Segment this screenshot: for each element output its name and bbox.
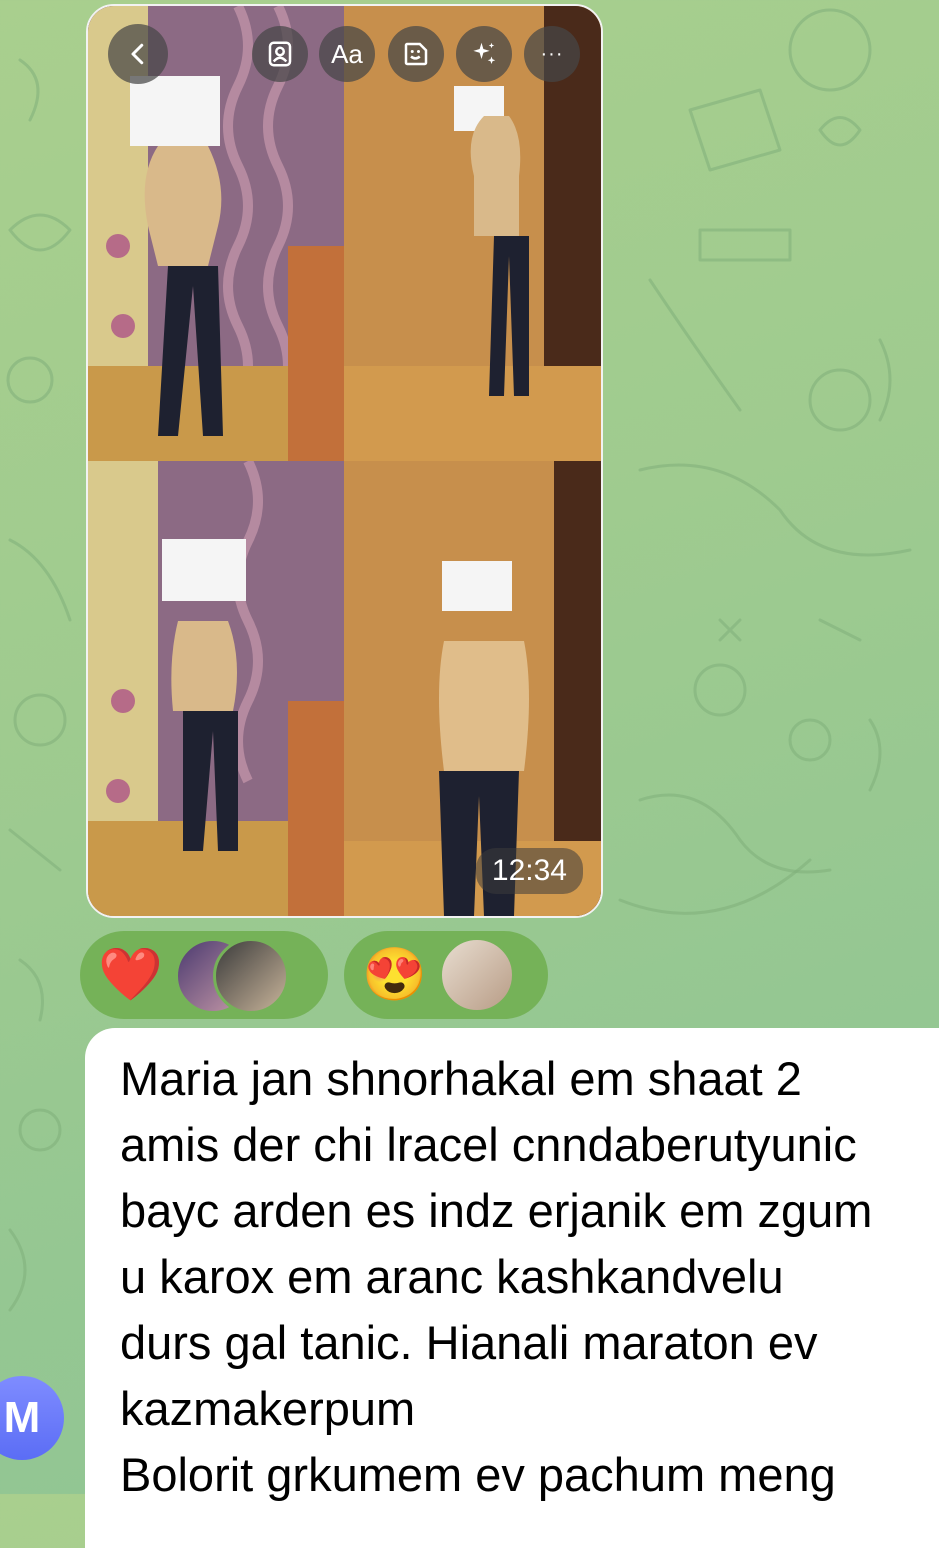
message-bubble[interactable]: Maria jan shnorhakal em shaat 2 amis der…: [85, 1028, 939, 1548]
portrait-icon: [268, 41, 292, 67]
chevron-left-icon: [131, 43, 144, 65]
avatar: [212, 938, 289, 1014]
photo-after-side: [88, 461, 344, 916]
sender-initial: M: [3, 1393, 41, 1442]
message-time: 12:34: [475, 848, 583, 894]
reaction-heart-eyes[interactable]: 😍: [344, 931, 548, 1019]
sticker-button[interactable]: [388, 26, 444, 82]
heart-emoji-icon: ❤️: [98, 946, 163, 1004]
sticker-icon: [404, 42, 428, 66]
avatar: [438, 937, 515, 1013]
text-tool-icon: Aa: [331, 38, 363, 69]
portrait-button[interactable]: [252, 26, 308, 82]
photo-collage[interactable]: Aa ··· 12:34: [86, 4, 603, 918]
text-tool-button[interactable]: Aa: [319, 26, 375, 82]
message-text: Maria jan shnorhakal em shaat 2 amis der…: [120, 1052, 873, 1501]
reaction-heart[interactable]: ❤️: [80, 931, 328, 1019]
back-button[interactable]: [108, 24, 168, 84]
more-button[interactable]: ···: [524, 26, 580, 82]
heart-eyes-emoji-icon: 😍: [362, 946, 427, 1004]
sparkles-icon: [473, 42, 496, 64]
more-icon: ···: [540, 42, 564, 65]
reactor-avatars: [174, 938, 289, 1014]
effects-button[interactable]: [456, 26, 512, 82]
